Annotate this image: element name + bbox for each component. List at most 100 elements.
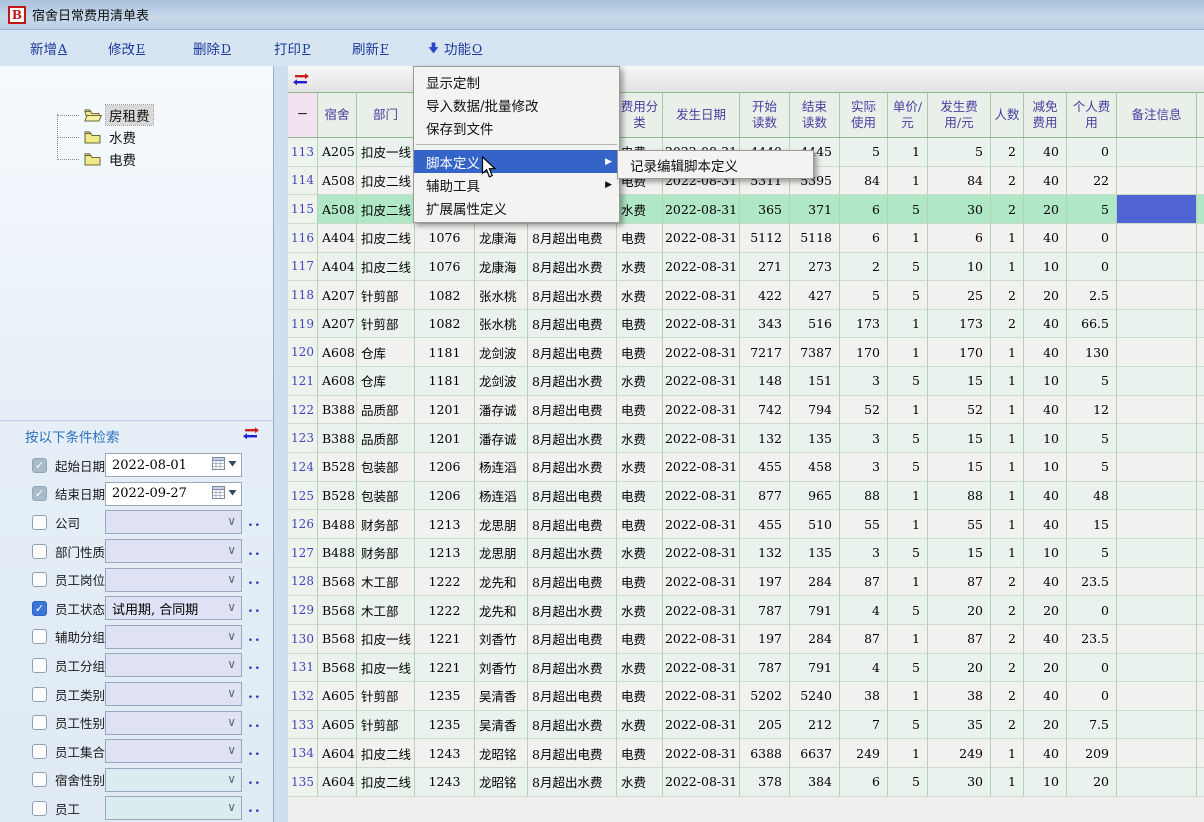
table-cell[interactable]: 8月超出电费 (528, 510, 617, 539)
table-cell[interactable]: 384 (790, 768, 840, 797)
table-cell[interactable]: 2 (991, 625, 1024, 654)
column-header[interactable]: 实际 使用 (840, 93, 888, 137)
table-cell[interactable]: 30 (928, 768, 991, 797)
table-cell[interactable]: 张水桃 (475, 281, 528, 310)
menu-item-6[interactable]: 扩展属性定义 (414, 196, 619, 219)
table-cell[interactable]: 8月超出水费 (528, 596, 617, 625)
table-cell[interactable]: 2022-08-31 (663, 338, 740, 367)
table-cell[interactable]: 10 (1024, 253, 1067, 282)
table-cell[interactable]: 杨连滔 (475, 453, 528, 482)
table-cell[interactable] (1117, 396, 1197, 425)
table-cell[interactable]: 龙思朋 (475, 539, 528, 568)
table-cell[interactable]: 8月超出电费 (528, 682, 617, 711)
table-cell[interactable]: 刘香竹 (475, 625, 528, 654)
table-cell[interactable]: 1181 (415, 338, 475, 367)
table-cell[interactable]: 1 (991, 424, 1024, 453)
table-cell[interactable]: 22 (1067, 167, 1117, 196)
combo-more-button[interactable]: .. (248, 777, 262, 783)
table-cell[interactable]: 6 (840, 195, 888, 224)
menu-item-4[interactable]: 脚本定义▶ (414, 150, 619, 173)
row-number-cell[interactable]: 128 (288, 568, 318, 597)
table-cell[interactable]: 40 (1024, 396, 1067, 425)
combo-select[interactable]: ∨ (105, 510, 242, 534)
table-cell[interactable] (1117, 711, 1197, 740)
table-cell[interactable]: 水费 (617, 195, 663, 224)
table-cell[interactable]: 包装部 (357, 453, 415, 482)
table-cell[interactable]: 20 (1024, 195, 1067, 224)
table-cell[interactable]: 249 (840, 739, 888, 768)
table-cell[interactable]: 0 (1067, 654, 1117, 683)
table-cell[interactable]: B388 (318, 424, 357, 453)
table-cell[interactable]: 965 (790, 482, 840, 511)
table-cell[interactable]: 422 (740, 281, 790, 310)
table-cell[interactable]: 扣皮二线 (357, 253, 415, 282)
table-cell[interactable]: 5 (840, 138, 888, 167)
table-cell[interactable]: 2 (991, 195, 1024, 224)
table-cell[interactable]: 1 (888, 310, 928, 339)
table-cell[interactable]: 173 (840, 310, 888, 339)
row-number-cell[interactable]: 122 (288, 396, 318, 425)
table-cell[interactable]: 2022-08-31 (663, 682, 740, 711)
table-cell[interactable]: 针剪部 (357, 682, 415, 711)
table-cell[interactable]: 55 (840, 510, 888, 539)
table-cell[interactable]: 10 (1024, 539, 1067, 568)
table-cell[interactable]: 20 (1024, 596, 1067, 625)
table-cell[interactable]: 12 (1067, 396, 1117, 425)
table-cell[interactable]: 财务部 (357, 539, 415, 568)
table-cell[interactable]: 1 (991, 396, 1024, 425)
table-cell[interactable]: 刘香竹 (475, 654, 528, 683)
table-cell[interactable] (1117, 338, 1197, 367)
table-cell[interactable]: 龙康海 (475, 224, 528, 253)
table-cell[interactable]: 5 (888, 195, 928, 224)
date-input[interactable]: 2022-08-01 (105, 453, 242, 477)
table-cell[interactable]: 40 (1024, 167, 1067, 196)
tree-node-0[interactable]: 房租费 (0, 104, 153, 126)
table-cell[interactable]: 1181 (415, 367, 475, 396)
combo-more-button[interactable]: .. (248, 548, 262, 554)
table-cell[interactable]: 8月超出电费 (528, 224, 617, 253)
table-cell[interactable]: 25 (928, 281, 991, 310)
table-cell[interactable]: 8月超出水费 (528, 711, 617, 740)
table-cell[interactable]: 电费 (617, 568, 663, 597)
combo-select[interactable]: ∨ (105, 568, 242, 592)
combo-more-button[interactable]: .. (248, 691, 262, 697)
table-cell[interactable]: 5 (888, 367, 928, 396)
table-cell[interactable]: 2022-08-31 (663, 739, 740, 768)
date-input[interactable]: 2022-09-27 (105, 482, 242, 506)
table-cell[interactable]: 1235 (415, 711, 475, 740)
table-cell[interactable]: 151 (790, 367, 840, 396)
table-cell[interactable]: 电费 (617, 396, 663, 425)
table-cell[interactable]: 1 (991, 453, 1024, 482)
table-cell[interactable]: 30 (928, 195, 991, 224)
table-cell[interactable]: 2022-08-31 (663, 711, 740, 740)
table-cell[interactable]: 8月超出电费 (528, 482, 617, 511)
search-field-checkbox[interactable] (32, 572, 47, 587)
table-cell[interactable]: 8月超出水费 (528, 367, 617, 396)
table-cell[interactable]: 787 (740, 654, 790, 683)
table-cell[interactable]: A604 (318, 739, 357, 768)
table-cell[interactable]: 791 (790, 654, 840, 683)
table-cell[interactable]: 15 (928, 453, 991, 482)
table-cell[interactable]: 2022-08-31 (663, 568, 740, 597)
toolbar-button-2[interactable]: 删除D (193, 38, 231, 58)
table-cell[interactable]: 品质部 (357, 396, 415, 425)
table-cell[interactable]: 2022-08-31 (663, 510, 740, 539)
column-header[interactable]: 宿舍 (318, 93, 357, 137)
table-cell[interactable]: 52 (928, 396, 991, 425)
table-cell[interactable]: 10 (1024, 768, 1067, 797)
table-cell[interactable]: 龙昭铭 (475, 768, 528, 797)
table-cell[interactable]: 284 (790, 568, 840, 597)
table-cell[interactable]: 510 (790, 510, 840, 539)
combo-more-button[interactable]: .. (248, 805, 262, 811)
table-cell[interactable]: 5112 (740, 224, 790, 253)
table-cell[interactable] (1117, 367, 1197, 396)
table-cell[interactable]: 1 (991, 253, 1024, 282)
table-cell[interactable]: 66.5 (1067, 310, 1117, 339)
table-cell[interactable]: 15 (928, 367, 991, 396)
table-cell[interactable] (1117, 167, 1197, 196)
table-cell[interactable]: 龙先和 (475, 596, 528, 625)
table-cell[interactable] (1117, 453, 1197, 482)
table-cell[interactable]: 273 (790, 253, 840, 282)
table-cell[interactable]: 40 (1024, 338, 1067, 367)
table-cell[interactable]: 1 (888, 739, 928, 768)
